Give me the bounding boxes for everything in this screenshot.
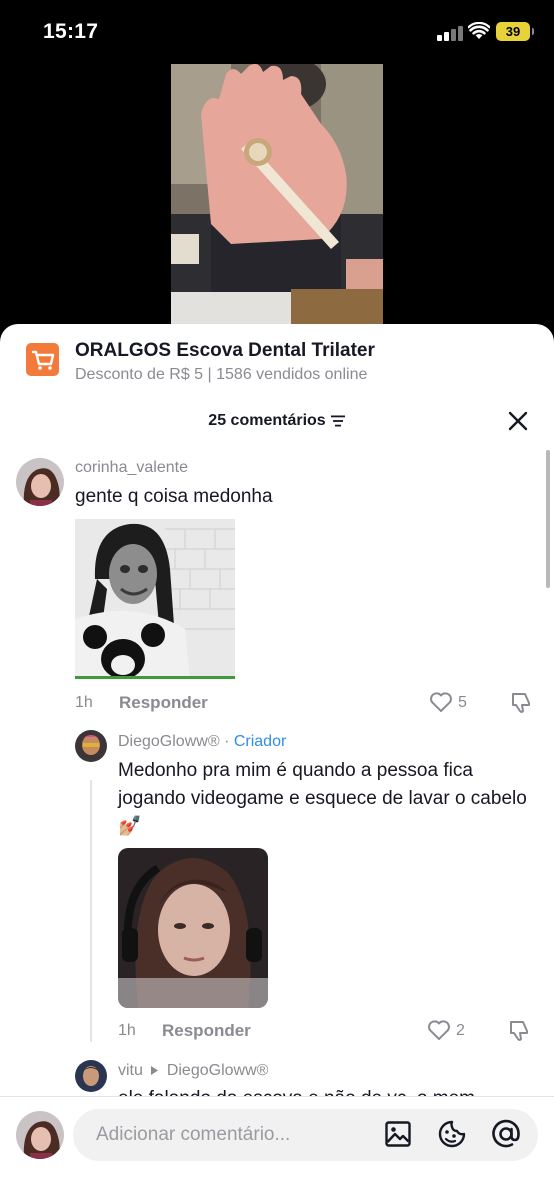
like-count: 5 — [458, 694, 467, 711]
reply-time: 1h — [118, 1022, 136, 1039]
avatar-vitu[interactable] — [75, 1060, 107, 1092]
video-frame-image — [171, 64, 383, 334]
video-player[interactable] — [171, 64, 383, 334]
reply-text: Medonho pra mim é quando a pessoa fica j… — [118, 757, 528, 841]
comment-username[interactable]: corinha_valente — [75, 459, 188, 477]
comments-count[interactable]: 25 comentários — [0, 412, 554, 430]
scrollbar[interactable] — [546, 450, 550, 588]
reply-username[interactable]: DiegoGloww® · Criador — [118, 733, 286, 751]
reply-button[interactable]: Responder — [119, 693, 208, 713]
product-subtitle: Desconto de R$ 5 | 1586 vendidos online — [75, 366, 368, 383]
comment-input-placeholder: Adicionar comentário... — [96, 1124, 291, 1145]
reply-username-label: vitu — [118, 1062, 143, 1079]
mention-icon[interactable] — [491, 1119, 521, 1149]
reply-image[interactable] — [118, 848, 268, 1008]
battery-level: 39 — [505, 24, 521, 39]
reply-to-username: DiegoGloww® — [166, 1062, 269, 1079]
wifi-icon — [468, 22, 490, 39]
image-icon[interactable] — [384, 1120, 412, 1148]
avatar-diegogloww[interactable] — [75, 730, 107, 762]
comment-text: gente q coisa medonha — [75, 486, 273, 507]
status-time: 15:17 — [43, 20, 99, 43]
dislike-icon[interactable] — [509, 691, 533, 715]
comments-count-label: 25 comentários — [208, 412, 326, 429]
heart-icon[interactable] — [427, 1019, 451, 1041]
comments-sheet: ORALGOS Escova Dental Trilater Desconto … — [0, 324, 554, 1199]
comments-header: 25 comentários — [0, 404, 554, 438]
status-bar: 15:17 39 — [0, 0, 554, 64]
filter-icon — [330, 415, 345, 427]
shopping-cart-icon — [26, 343, 59, 376]
comment-input[interactable]: Adicionar comentário... — [73, 1109, 538, 1161]
separator-dot: · — [224, 733, 230, 750]
creator-badge: Criador — [233, 733, 287, 750]
avatar-corinha-valente[interactable] — [16, 458, 64, 506]
reply-username[interactable]: vitu DiegoGloww® — [118, 1062, 268, 1080]
comment-input-bar: Adicionar comentário... — [0, 1096, 554, 1199]
battery-icon: 39 — [496, 22, 534, 41]
dislike-icon[interactable] — [507, 1019, 531, 1043]
comment-time: 1h — [75, 694, 93, 711]
reply-text-content: Medonho pra mim é quando a pessoa fica j… — [118, 760, 527, 809]
reply-button[interactable]: Responder — [162, 1021, 251, 1041]
like-count: 2 — [456, 1022, 465, 1039]
reply-arrow-icon — [151, 1066, 159, 1076]
reply-username-label: DiegoGloww® — [118, 733, 220, 750]
product-banner[interactable]: ORALGOS Escova Dental Trilater Desconto … — [0, 324, 554, 396]
close-icon[interactable] — [507, 410, 529, 432]
thread-line — [90, 780, 92, 1042]
product-title: ORALGOS Escova Dental Trilater — [75, 340, 375, 361]
my-avatar — [16, 1111, 64, 1159]
emoji-icon[interactable] — [437, 1119, 467, 1149]
cellular-signal-icon — [437, 24, 463, 41]
comment-image[interactable] — [75, 519, 235, 679]
heart-icon[interactable] — [429, 691, 453, 713]
nail-polish-emoji: 💅🏼 — [118, 816, 142, 837]
